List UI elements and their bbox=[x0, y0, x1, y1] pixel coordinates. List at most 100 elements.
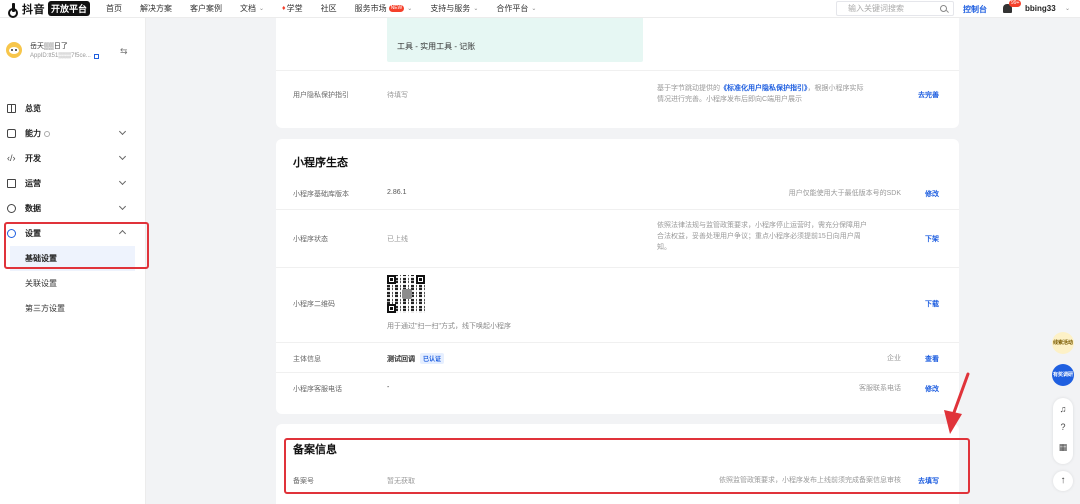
modify-library-button[interactable]: 修改 bbox=[925, 189, 939, 199]
view-subject-button[interactable]: 查看 bbox=[925, 354, 939, 364]
nav-item-label: 服务市场 bbox=[354, 4, 387, 13]
app-id: AppID:tt51▒▒▒7f5ce... bbox=[30, 53, 91, 59]
sidebar-item-operations[interactable]: 运营 bbox=[0, 171, 145, 196]
sidebar-menu: 总览 能力 ‹/› 开发 运营 数据 设置 基础设置 关联设置 第三方设置 bbox=[0, 96, 145, 321]
category-tags: 工具 - 实用工具 - 记账 bbox=[397, 42, 476, 51]
desc-text: 知。 bbox=[657, 244, 671, 251]
nav-item-academy[interactable]: ♦ 学堂 bbox=[282, 3, 303, 14]
row-base-library: 小程序基础库版本 2.86.1 用户仅能使用大于最低版本号的SDK 修改 bbox=[276, 177, 959, 207]
data-icon bbox=[7, 204, 16, 213]
row-label: 用户隐私保护指引 bbox=[293, 92, 349, 99]
platform-logo[interactable]: 抖音 开放平台 bbox=[8, 1, 106, 18]
row-subject-info: 主体信息 测试回调 已认证 企业 查看 bbox=[276, 342, 959, 372]
sidebar-subitem-linked-settings[interactable]: 关联设置 bbox=[0, 271, 145, 296]
card-ecosystem: 小程序生态 小程序基础库版本 2.86.1 用户仅能使用大于最低版本号的SDK … bbox=[276, 139, 959, 414]
row-value: 测试回调 已认证 bbox=[387, 353, 445, 364]
chevron-down-icon: ⌄ bbox=[473, 6, 479, 12]
qrcode-finder bbox=[387, 304, 396, 313]
logo-badge: 开放平台 bbox=[48, 1, 91, 16]
row-desc: 用户仅能使用大于最低版本号的SDK bbox=[788, 190, 901, 197]
chevron-down-icon: ⌄ bbox=[531, 6, 537, 12]
chevron-down-icon[interactable]: ⌄ bbox=[1065, 5, 1070, 12]
highlight-box-filing bbox=[284, 438, 970, 494]
card-title: 小程序生态 bbox=[293, 157, 348, 169]
row-value: 2.86.1 bbox=[387, 189, 407, 196]
app-name: 岳天▒▒日了 bbox=[30, 43, 68, 50]
ops-icon bbox=[7, 179, 16, 188]
chevron-down-icon: ⌄ bbox=[407, 6, 413, 12]
row-value: - bbox=[387, 384, 390, 391]
sidebar-item-label: 能力 bbox=[25, 129, 41, 138]
sidebar-subitem-third-party-settings[interactable]: 第三方设置 bbox=[0, 296, 145, 321]
switch-app-icon[interactable]: ⇆ bbox=[120, 46, 128, 57]
nav-item-home[interactable]: 首页 bbox=[106, 3, 122, 14]
qrcode-center-logo bbox=[402, 289, 412, 299]
nav-item-label: 合作平台 bbox=[496, 4, 529, 13]
row-value: 待填写 bbox=[387, 92, 408, 99]
unpublish-button[interactable]: 下架 bbox=[925, 234, 939, 244]
survey-button[interactable]: 有奖调研 bbox=[1052, 364, 1074, 386]
sidebar-item-develop[interactable]: ‹/› 开发 bbox=[0, 146, 145, 171]
qrcode-finder bbox=[416, 275, 425, 284]
copy-icon[interactable] bbox=[93, 53, 99, 59]
sidebar-item-label: 数据 bbox=[25, 204, 41, 213]
row-desc: 企业 bbox=[887, 355, 901, 362]
row-label: 小程序二维码 bbox=[293, 301, 335, 308]
sidebar-item-label: 运营 bbox=[25, 179, 41, 188]
leads-activity-button[interactable]: 线索活动 bbox=[1052, 332, 1074, 354]
nav-item-solutions[interactable]: 解决方案 bbox=[140, 3, 172, 14]
flame-icon: ♦ bbox=[282, 5, 286, 12]
code-icon: ‹/› bbox=[7, 153, 16, 163]
back-to-top-icon[interactable]: ↑ bbox=[1053, 471, 1073, 491]
username-menu[interactable]: bbing33 bbox=[1025, 4, 1056, 13]
console-link[interactable]: 控制台 bbox=[963, 4, 987, 15]
row-label: 小程序状态 bbox=[293, 236, 328, 243]
privacy-guide-link[interactable]: 《标准化用户隐私保护指引》 bbox=[720, 85, 808, 92]
red-arrow-annotation bbox=[944, 372, 970, 434]
complete-privacy-button[interactable]: 去完善 bbox=[918, 90, 939, 100]
nav-item-community[interactable]: 社区 bbox=[321, 3, 337, 14]
nav-item-label: 首页 bbox=[106, 4, 122, 13]
sidebar-item-overview[interactable]: 总览 bbox=[0, 96, 145, 121]
chevron-down-icon: ⌄ bbox=[259, 6, 265, 12]
download-qrcode-button[interactable]: 下载 bbox=[925, 299, 939, 309]
headset-icon[interactable]: ♫ bbox=[1058, 404, 1068, 414]
subject-name: 测试回调 bbox=[387, 356, 415, 363]
row-value: 已上线 bbox=[387, 236, 408, 243]
nav-item-label: 支持与服务 bbox=[430, 4, 471, 13]
home-icon bbox=[7, 104, 16, 113]
verified-badge: 已认证 bbox=[420, 353, 445, 364]
sidebar-item-data[interactable]: 数据 bbox=[0, 196, 145, 221]
help-icon[interactable]: ? bbox=[1058, 422, 1068, 432]
desc-text: 依照法律法规与监管政策要求，小程序停止运营时，需充分保障用户 bbox=[657, 222, 867, 229]
card-basic-info: 工具 - 实用工具 - 记账 用户隐私保护指引 待填写 基于字节跳动提供的《标准… bbox=[276, 18, 959, 128]
row-privacy-guide: 用户隐私保护指引 待填写 基于字节跳动提供的《标准化用户隐私保护指引》，根据小程… bbox=[276, 70, 959, 128]
row-label: 小程序客服电话 bbox=[293, 386, 342, 393]
notifications-button[interactable]: 99+ bbox=[1002, 0, 1022, 15]
nav-item-label: 学堂 bbox=[286, 4, 303, 13]
row-status: 小程序状态 已上线 依照法律法规与监管政策要求，小程序停止运营时，需充分保障用户… bbox=[276, 209, 959, 266]
nav-item-cases[interactable]: 客户案例 bbox=[190, 3, 222, 14]
logo-text: 抖音 bbox=[22, 3, 45, 16]
highlight-box-settings bbox=[4, 222, 149, 269]
search-input[interactable] bbox=[848, 4, 938, 13]
nav-item-support[interactable]: 支持与服务 ⌄ bbox=[430, 3, 478, 14]
category-tags-box: 工具 - 实用工具 - 记账 bbox=[387, 18, 643, 62]
notification-badge: 99+ bbox=[1009, 0, 1022, 7]
search-icon[interactable] bbox=[940, 5, 947, 12]
info-icon[interactable] bbox=[44, 130, 50, 137]
nav-item-partner[interactable]: 合作平台 ⌄ bbox=[496, 3, 536, 14]
top-navbar: 抖音 开放平台 首页 解决方案 客户案例 文档 ⌄ ♦ 学堂 社区 服务市场 NEW ⌄… bbox=[0, 0, 1080, 18]
float-toolbar: ♫ ? ▦ bbox=[1053, 398, 1073, 464]
row-service-phone: 小程序客服电话 - 客服联系电话 修改 bbox=[276, 372, 959, 402]
grid-icon[interactable]: ▦ bbox=[1058, 442, 1068, 452]
nav-item-label: 社区 bbox=[320, 4, 337, 13]
sidebar-item-label: 开发 bbox=[25, 154, 41, 163]
nav-item-market[interactable]: 服务市场 NEW ⌄ bbox=[355, 3, 413, 14]
search-box bbox=[836, 1, 954, 16]
nav-item-label: 文档 bbox=[240, 4, 256, 13]
sidebar-item-abilities[interactable]: 能力 bbox=[0, 121, 145, 146]
row-label: 小程序基础库版本 bbox=[293, 191, 349, 198]
qrcode-hint: 用于通过"扫一扫"方式，线下唤起小程序 bbox=[387, 323, 511, 330]
nav-item-docs[interactable]: 文档 ⌄ bbox=[240, 3, 264, 14]
